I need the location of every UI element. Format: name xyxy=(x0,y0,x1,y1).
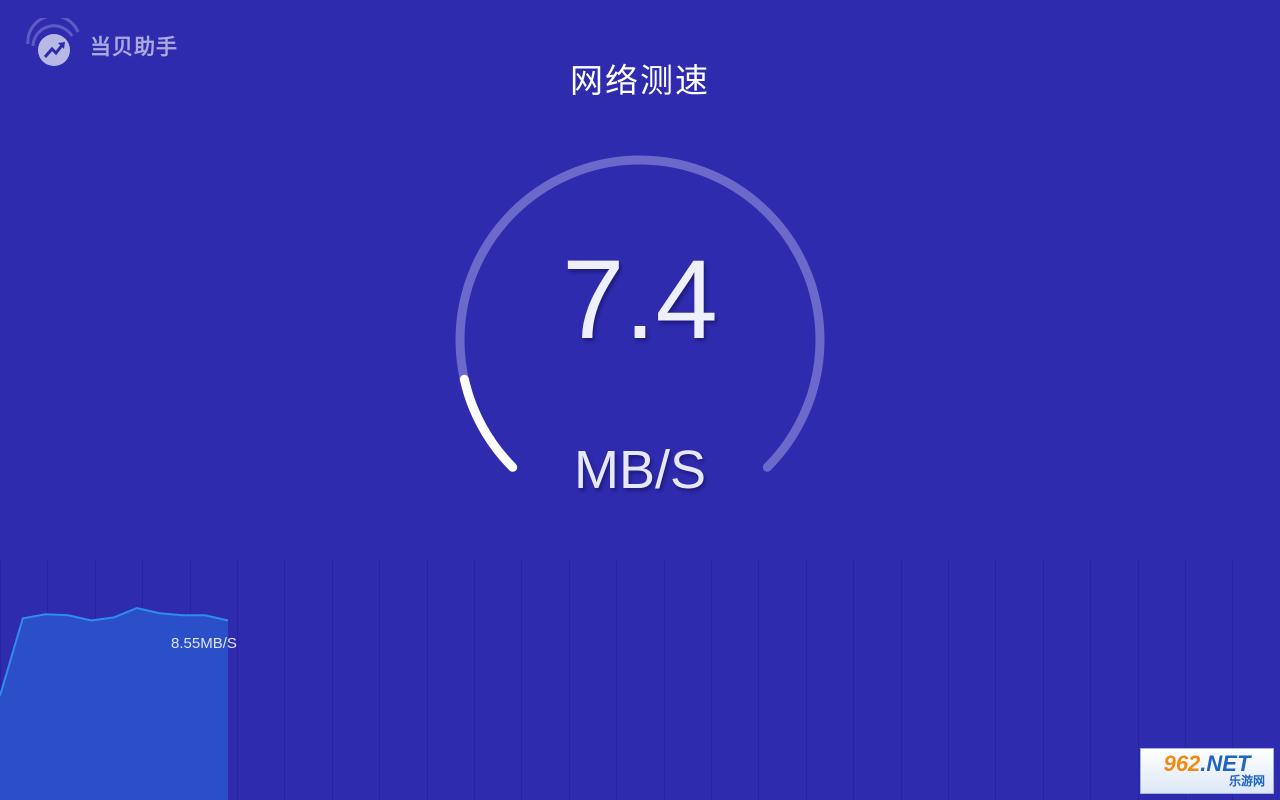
speed-unit: MB/S xyxy=(573,440,707,500)
speed-value: 7.4 xyxy=(562,237,718,362)
watermark-suffix: .NET xyxy=(1200,751,1251,777)
watermark-wordmark: 962.NET xyxy=(1164,753,1251,775)
speed-history-chart: 8.55MB/S xyxy=(0,560,1233,800)
watermark-logo: 962.NET 乐游网 xyxy=(1140,748,1274,794)
watermark-prefix: 962 xyxy=(1163,751,1201,777)
speed-test-screen: 当贝助手 网络测速 7.4 MB/S 8.55MB/S 962.NET 乐游网 xyxy=(0,0,1280,800)
watermark-subtitle: 乐游网 xyxy=(1228,774,1265,789)
page-title: 网络测速 xyxy=(570,61,710,100)
current-speed-label: 8.55MB/S xyxy=(171,635,237,652)
